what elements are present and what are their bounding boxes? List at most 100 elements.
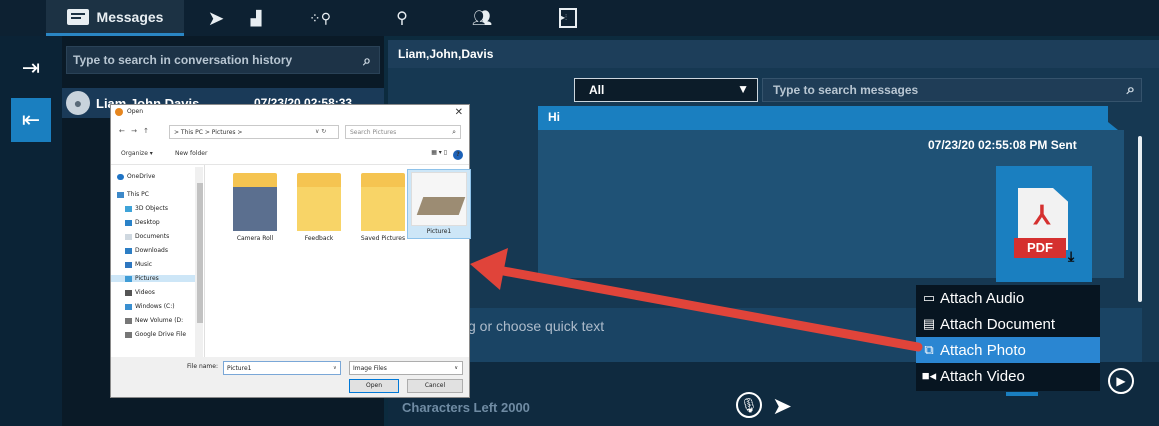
tree-item-windows-c[interactable]: Windows (C:) (125, 303, 175, 310)
dialog-search-input[interactable]: Search Pictures ⌕ (345, 125, 461, 139)
folder-icon (233, 173, 277, 231)
geofence-pin-icon: ⁘⚲ (309, 9, 331, 26)
logout-button[interactable]: ⇤ (11, 98, 51, 142)
cancel-button[interactable]: Cancel (407, 379, 463, 393)
top-toolbar: Messages ➤ ▟ ⁘⚲ ⚲ 👥︎ ▸⫶ (0, 0, 1159, 36)
chevron-down-icon: ▼ (737, 82, 749, 96)
chat-header: Liam,John,Davis (388, 40, 1159, 68)
location-send-button[interactable]: ➤ (772, 392, 792, 421)
login-button[interactable]: ⇥ (11, 46, 51, 90)
location-arrow-icon: ➤ (207, 7, 225, 30)
help-icon[interactable]: ? (453, 150, 463, 160)
tree-item-this-pc[interactable]: This PC (117, 191, 149, 198)
compose-placeholder: g or choose quick text (468, 318, 605, 334)
person-location-icon: ⚲ (396, 10, 408, 27)
bubble-tail (1088, 248, 1124, 278)
tree-item-pictures[interactable]: Pictures (111, 275, 199, 282)
tab-send-location[interactable]: ➤ (196, 0, 236, 36)
tree-item-desktop[interactable]: Desktop (125, 219, 160, 226)
organize-button[interactable]: Organize ▾ (121, 150, 153, 157)
pdf-label: PDF (1014, 238, 1066, 258)
document-icon: ▤ (922, 316, 936, 331)
open-file-dialog: Open ✕ ← → ↑ > This PC > Pictures > ∨ ↻ … (110, 104, 471, 398)
menu-item-label: Attach Video (940, 367, 1025, 385)
attach-menu: ▭ Attach Audio ▤ Attach Document ⧉ Attac… (916, 285, 1100, 391)
tree-item-new-volume-d[interactable]: New Volume (D: (125, 317, 183, 324)
download-icon[interactable]: ⤓ (1068, 248, 1074, 265)
message-filter-select[interactable]: All ▼ (574, 78, 758, 102)
dialog-title: Open (127, 108, 144, 115)
send-button[interactable]: ▶ (1108, 368, 1134, 394)
app-window: Messages ➤ ▟ ⁘⚲ ⚲ 👥︎ ▸⫶ ⇥ ⇤ Type to sear… (0, 0, 1159, 426)
photo-icon: ⧉ (924, 342, 934, 357)
filename-label: File name: (187, 363, 218, 370)
search-icon[interactable]: ⌕ (363, 52, 371, 69)
chrome-icon (115, 108, 123, 116)
tree-item-music[interactable]: Music (125, 261, 152, 268)
menu-item-attach-video[interactable]: ■◂ Attach Video (916, 363, 1100, 389)
nav-arrows-icon[interactable]: ← → ↑ (119, 127, 151, 135)
chevron-down-icon[interactable]: ∨ (333, 365, 337, 371)
tab-map-layers[interactable]: ▟ (236, 0, 276, 36)
tab-person-location[interactable]: ⚲ (382, 0, 422, 36)
messages-icon (66, 8, 89, 25)
microphone-icon: 🎙︎ (740, 396, 758, 413)
tree-item-3d-objects[interactable]: 3D Objects (125, 205, 168, 212)
filename-value: Picture1 (227, 365, 252, 372)
tree-item-google-drive[interactable]: Google Drive File (125, 331, 186, 338)
refresh-icon[interactable]: ∨ ↻ (315, 128, 326, 135)
tree-item-videos[interactable]: Videos (125, 289, 155, 296)
attach-button[interactable] (1006, 392, 1038, 396)
message-search-placeholder: Type to search messages (773, 83, 919, 97)
message-search-input[interactable]: Type to search messages ⌕ (762, 78, 1142, 102)
tree-item-onedrive[interactable]: OneDrive (117, 173, 155, 180)
message-text: Hi (548, 110, 560, 124)
file-grid: Camera Roll Feedback Saved Pictures Pict… (205, 165, 471, 357)
acrobat-icon: ⅄ (1034, 200, 1050, 230)
file-item-camera-roll[interactable]: Camera Roll (225, 173, 285, 242)
pdf-attachment[interactable]: ⅄ PDF ⤓ (996, 166, 1092, 282)
file-item-saved-pictures[interactable]: Saved Pictures (353, 173, 413, 242)
chat-scrollbar[interactable] (1138, 136, 1142, 302)
left-nav: ⇥ ⇤ (0, 36, 62, 426)
path-text: > This PC > Pictures > (174, 129, 243, 136)
filter-value: All (589, 83, 605, 97)
new-folder-button[interactable]: New folder (175, 150, 207, 157)
voicemail-icon: ▭ (922, 290, 936, 305)
characters-left: Characters Left 2000 (402, 400, 530, 415)
menu-item-attach-audio[interactable]: ▭ Attach Audio (916, 285, 1100, 311)
view-options-icon[interactable]: ▦ ▾ ▯ (431, 149, 447, 156)
chat-title: Liam,John,Davis (398, 47, 494, 61)
open-button[interactable]: Open (349, 379, 399, 393)
dialog-command-bar: Organize ▾ New folder ▦ ▾ ▯ ? (111, 143, 469, 165)
filename-input[interactable]: Picture1 (223, 361, 341, 375)
conversation-search-input[interactable]: Type to search in conversation history ⌕ (66, 46, 380, 74)
file-item-feedback[interactable]: Feedback (289, 173, 349, 242)
dialog-search-placeholder: Search Pictures (350, 129, 397, 136)
menu-item-label: Attach Photo (940, 341, 1026, 359)
close-icon[interactable]: ✕ (455, 107, 463, 118)
tab-media[interactable]: ▸⫶ (548, 0, 588, 36)
menu-item-attach-document[interactable]: ▤ Attach Document (916, 311, 1100, 337)
file-type-select[interactable]: Image Files ∨ (349, 361, 463, 375)
play-icon: ▶ (1116, 374, 1126, 388)
message-bubble: Hi (538, 106, 1108, 130)
menu-item-attach-photo[interactable]: ⧉ Attach Photo (916, 337, 1100, 363)
tab-geofence[interactable]: ⁘⚲ (300, 0, 340, 36)
message-meta: 07/23/20 02:55:08 PM Sent (928, 138, 1077, 152)
avatar: ● (66, 91, 90, 115)
tab-messages-label: Messages (96, 8, 164, 25)
file-item-picture1[interactable]: Picture1 (407, 169, 471, 239)
tree-item-downloads[interactable]: Downloads (125, 247, 168, 254)
tab-messages[interactable]: Messages (46, 0, 184, 36)
folder-icon (361, 173, 405, 231)
location-arrow-icon: ➤ (772, 393, 793, 420)
tree-scrollbar-thumb[interactable] (197, 183, 203, 323)
dialog-titlebar: Open ✕ (111, 105, 469, 121)
dialog-footer: File name: Picture1 ∨ Image Files ∨ Open… (111, 357, 469, 397)
path-breadcrumb[interactable]: > This PC > Pictures > (169, 125, 339, 139)
tab-group[interactable]: 👥︎ (462, 0, 502, 36)
search-icon[interactable]: ⌕ (1127, 81, 1135, 98)
microphone-button[interactable]: 🎙︎ (736, 392, 762, 418)
tree-item-documents[interactable]: Documents (125, 233, 169, 240)
